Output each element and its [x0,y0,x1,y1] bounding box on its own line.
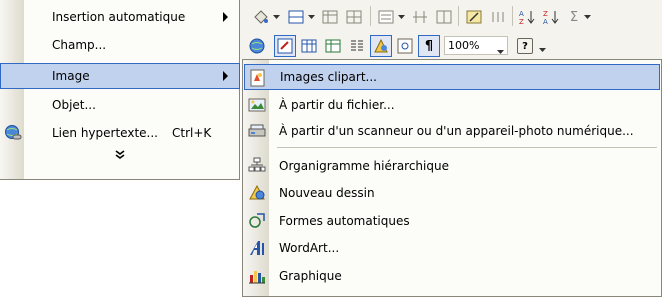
submenu-arrow-icon [223,71,228,81]
menu-item-nouveau-dessin[interactable]: Nouveau dessin [244,180,660,206]
submenu-arrow-icon [223,12,228,22]
help-glyph: ? [522,40,528,52]
sort-descending-icon[interactable]: ZA [541,7,561,27]
svg-text:A: A [543,18,548,25]
formatting-toolbar: AZ ZA Σ [240,0,662,33]
align-icon[interactable] [376,8,396,26]
paint-bucket-icon[interactable] [250,8,272,26]
svg-text:A: A [519,10,524,18]
chevron-down-icon[interactable] [272,14,280,20]
chevron-down-icon[interactable] [538,47,546,53]
menu-item-label: Image [52,69,90,83]
menu-item-formes-automatiques[interactable]: Formes automatiques [244,208,660,234]
image-submenu: Images clipart... À partir du fichier...… [242,59,662,297]
menu-item-label: Formes automatiques [279,214,410,228]
split-cells-icon[interactable] [434,8,454,26]
hyperlink-globe-icon[interactable] [246,35,268,57]
standard-toolbar: ¶ 100% ? [240,33,662,59]
menu-item-shortcut: Ctrl+K [172,126,212,140]
menu-item-label: À partir d'un scanneur ou d'un appareil-… [279,124,634,138]
border-icon[interactable] [286,8,306,26]
text-direction-icon[interactable] [464,8,484,26]
toolbar-separator [370,6,371,26]
columns-icon[interactable] [346,35,368,57]
menu-item-label: À partir du fichier... [279,98,395,112]
pilcrow-icon: ¶ [424,38,434,54]
insert-excel-sheet-icon[interactable] [322,35,344,57]
menu-item-label: Lien hypertexte... [52,126,158,140]
menu-item-organigramme[interactable]: Organigramme hiérarchique [244,153,660,179]
toolbar-separator [458,6,459,26]
menu-item-graphique[interactable]: Graphique [244,263,660,289]
table-cells-icon[interactable] [344,8,364,26]
autoshapes-icon [248,212,266,230]
menu-item-label: Organigramme hiérarchique [279,159,449,173]
sort-ascending-icon[interactable]: AZ [517,7,537,27]
menu-item-champ[interactable]: Champ... [0,32,240,58]
insert-table-icon[interactable] [298,35,320,57]
svg-text:Z: Z [543,10,548,18]
menu-item-label: Champ... [52,38,107,52]
globe-link-icon [4,124,22,142]
double-chevron-down-icon [115,149,125,159]
show-hide-paragraph-button[interactable]: ¶ [418,35,440,57]
distribute-icon[interactable] [488,8,508,26]
drawing-toolbar-icon[interactable] [370,35,392,57]
menu-item-insertion-automatique[interactable]: Insertion automatique [0,4,240,30]
menu-item-label: Images clipart... [280,70,377,84]
menu-item-objet[interactable]: Objet... [0,92,240,118]
help-icon: ? [517,38,533,54]
drawing-icon [248,184,266,202]
svg-text:Z: Z [519,18,524,25]
expand-menu-button[interactable] [108,146,132,162]
zoom-value: 100% [448,39,480,52]
insert-menu: Insertion automatique Champ... Image Obj… [0,0,240,180]
menu-item-label: WordArt... [279,241,340,255]
clipart-icon [249,69,267,87]
menu-item-scanneur-appareil-photo[interactable]: À partir d'un scanneur ou d'un appareil-… [244,118,660,144]
menu-item-wordart[interactable]: WordArt... [244,235,660,261]
chevron-down-icon[interactable] [307,14,315,20]
chevron-down-icon[interactable] [583,14,591,20]
table-grid-icon[interactable] [320,8,340,26]
zoom-combo[interactable]: 100% [444,36,508,55]
menu-item-lien-hypertexte[interactable]: Lien hypertexte... Ctrl+K [0,120,240,146]
menu-item-image[interactable]: Image [0,63,240,89]
insert-columns-icon[interactable] [410,8,430,26]
sum-glyph: Σ [569,9,579,25]
help-button[interactable]: ? [514,35,536,57]
menu-item-images-clipart[interactable]: Images clipart... [244,64,660,90]
org-chart-icon [248,157,266,175]
menu-item-a-partir-du-fichier[interactable]: À partir du fichier... [244,92,660,118]
menu-separator [277,147,657,148]
document-map-icon[interactable] [394,35,416,57]
chevron-down-icon [497,43,504,57]
scanner-icon [248,122,266,140]
toolbar-separator [512,6,513,26]
chevron-down-icon[interactable] [397,14,405,20]
picture-file-icon [248,96,266,114]
chart-icon [248,267,266,285]
menu-item-label: Nouveau dessin [279,186,375,200]
wordart-icon [248,239,266,257]
tables-borders-icon[interactable] [274,35,296,57]
menu-item-label: Objet... [52,98,96,112]
sum-icon[interactable]: Σ [566,8,582,26]
menu-item-label: Insertion automatique [52,10,186,24]
menu-item-label: Graphique [279,269,342,283]
